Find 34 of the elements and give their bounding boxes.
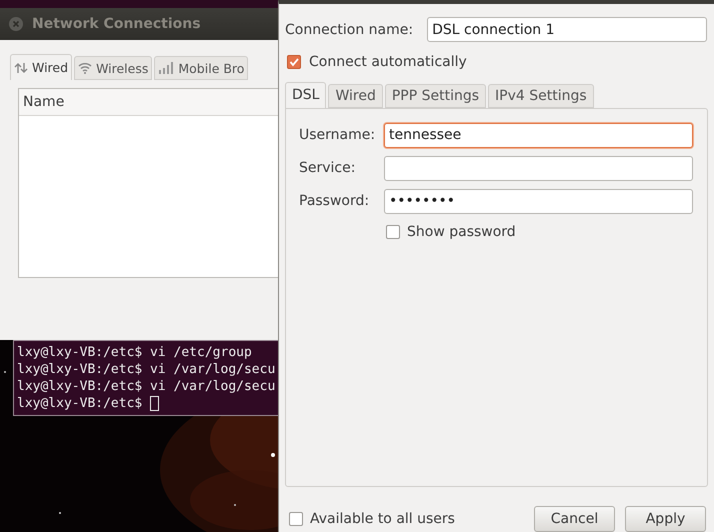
input-field[interactable]: ••••••••	[384, 188, 693, 214]
checkbox[interactable]	[289, 512, 303, 526]
connection-name-label: Connection name:	[285, 22, 414, 38]
tab[interactable]: Wireless	[74, 56, 152, 80]
terminal-line: lxy@lxy-VB:/etc$ vi /var/log/secu	[17, 361, 276, 378]
input-field[interactable]	[384, 156, 693, 181]
apply-button[interactable]: Apply	[625, 506, 706, 532]
tab[interactable]: DSL	[285, 82, 326, 108]
checkbox-label: Connect automatically	[309, 54, 467, 70]
tab[interactable]: Wired	[328, 84, 383, 108]
connection-name-field[interactable]: DSL connection 1	[427, 17, 707, 42]
cursor-icon	[150, 396, 160, 411]
field-label: Service:	[299, 160, 356, 176]
window-title: Network Connections	[32, 16, 201, 32]
field-label: Password:	[299, 193, 370, 210]
tab[interactable]: Mobile Bro	[154, 56, 248, 80]
terminal-line: lxy@lxy-VB:/etc$ vi /var/log/secu	[17, 378, 276, 395]
signal-bars-icon	[158, 62, 174, 74]
checkbox[interactable]	[287, 55, 301, 69]
checkbox-label: Show password	[407, 224, 516, 240]
field-label: Username:	[299, 127, 376, 144]
checkbox-label: Available to all users	[310, 511, 456, 527]
column-header[interactable]: Name	[19, 89, 278, 116]
input-field[interactable]: tennessee	[384, 122, 693, 148]
tab[interactable]: PPP Settings	[384, 84, 486, 108]
terminal-line: lxy@lxy-VB:/etc$	[17, 395, 278, 412]
tab[interactable]: Wired	[10, 54, 72, 80]
checkbox[interactable]	[386, 224, 400, 239]
tab[interactable]: IPv4 Settings	[488, 84, 594, 108]
close-icon[interactable]	[8, 16, 24, 32]
arrows-icon	[14, 60, 28, 74]
cancel-button[interactable]: Cancel	[534, 506, 615, 532]
terminal-line: lxy@lxy-VB:/etc$ vi /etc/group	[17, 344, 253, 361]
wifi-icon	[78, 62, 92, 74]
